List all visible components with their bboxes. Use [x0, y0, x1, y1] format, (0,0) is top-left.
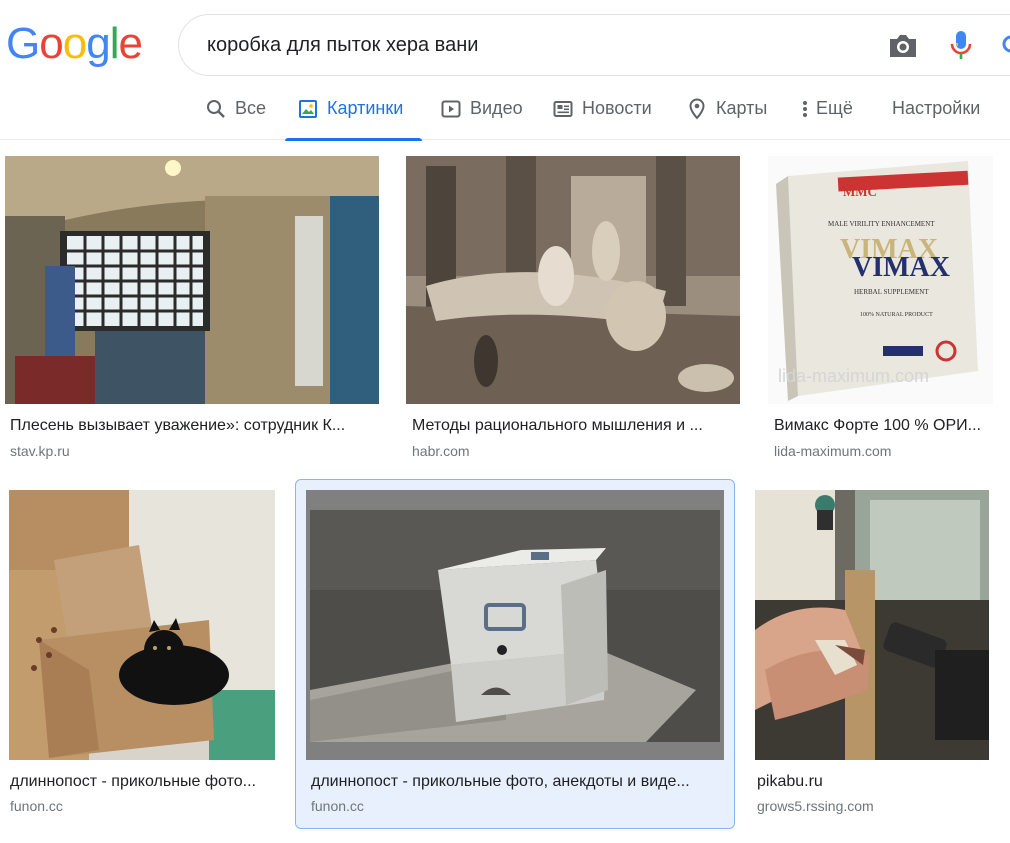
- result-card-3[interactable]: MMC MALE VIRILITY ENHANCEMENT VIMAX VIMA…: [760, 150, 1005, 470]
- result-source[interactable]: funon.cc: [311, 798, 364, 814]
- tab-settings[interactable]: Настройки: [892, 90, 980, 140]
- result-thumbnail[interactable]: [755, 490, 989, 760]
- tab-images[interactable]: Картинки: [285, 90, 422, 141]
- tab-label: Видео: [470, 98, 523, 118]
- result-caption[interactable]: Методы рационального мышления и ...: [412, 417, 732, 435]
- box-sub: HERBAL SUPPLEMENT: [854, 288, 929, 296]
- watermark: lida-maximum.com: [778, 366, 929, 386]
- result-caption[interactable]: длиннопост - прикольные фото...: [10, 773, 276, 791]
- box-tagline: MALE VIRILITY ENHANCEMENT: [828, 220, 935, 228]
- box-brand: MMC: [843, 184, 877, 199]
- tab-label: Новости: [582, 98, 652, 118]
- result-card-4[interactable]: длиннопост - прикольные фото... funon.cc: [0, 484, 285, 824]
- search-submit-icon[interactable]: [1001, 33, 1010, 59]
- tab-label: Все: [235, 98, 267, 118]
- image-icon: [297, 98, 319, 120]
- microphone-icon[interactable]: [949, 29, 973, 63]
- tab-maps[interactable]: Карты: [686, 90, 767, 140]
- more-vert-icon: [800, 98, 810, 120]
- result-caption[interactable]: Вимакс Форте 100 % ОРИ...: [774, 417, 996, 435]
- tab-all[interactable]: Все: [205, 90, 266, 140]
- tab-label: Карты: [716, 98, 768, 118]
- result-source[interactable]: lida-maximum.com: [774, 443, 891, 459]
- tab-label: Настройки: [892, 98, 981, 118]
- search-tabs: Все Картинки Видео Новости Карты Ещё Нас…: [0, 90, 1010, 141]
- result-caption[interactable]: pikabu.ru: [757, 773, 997, 791]
- map-pin-icon: [686, 98, 708, 120]
- tab-video[interactable]: Видео: [440, 90, 523, 140]
- search-box[interactable]: коробка для пыток хера вани: [178, 14, 1010, 76]
- result-thumbnail[interactable]: [5, 156, 379, 404]
- result-source[interactable]: stav.kp.ru: [10, 443, 70, 459]
- search-icon: [205, 98, 227, 120]
- result-thumbnail[interactable]: [406, 156, 740, 404]
- result-caption[interactable]: Плесень вызывает уважение»: сотрудник К.…: [10, 417, 378, 435]
- result-thumbnail[interactable]: MMC MALE VIRILITY ENHANCEMENT VIMAX VIMA…: [768, 156, 993, 404]
- tab-label: Ещё: [816, 98, 853, 118]
- camera-icon[interactable]: [887, 32, 919, 60]
- result-card-6[interactable]: pikabu.ru grows5.rssing.com: [745, 484, 1005, 824]
- result-source[interactable]: grows5.rssing.com: [757, 798, 874, 814]
- result-thumbnail[interactable]: [306, 490, 724, 760]
- google-logo[interactable]: Google: [6, 22, 143, 66]
- video-icon: [440, 98, 462, 120]
- result-thumbnail[interactable]: [9, 490, 275, 760]
- result-source[interactable]: funon.cc: [10, 798, 63, 814]
- result-source[interactable]: habr.com: [412, 443, 470, 459]
- tab-more[interactable]: Ещё: [800, 90, 853, 140]
- box-note: 100% NATURAL PRODUCT: [860, 312, 933, 318]
- news-icon: [552, 98, 574, 120]
- tab-label: Картинки: [327, 98, 404, 118]
- tab-news[interactable]: Новости: [552, 90, 652, 140]
- search-input[interactable]: коробка для пыток хера вани: [207, 34, 478, 57]
- result-card-2[interactable]: Методы рационального мышления и ... habr…: [400, 150, 750, 470]
- result-card-5-selected[interactable]: длиннопост - прикольные фото, анекдоты и…: [295, 479, 735, 829]
- box-name: VIMAX: [852, 252, 950, 283]
- result-caption[interactable]: длиннопост - прикольные фото, анекдоты и…: [311, 773, 719, 791]
- result-card-1[interactable]: Плесень вызывает уважение»: сотрудник К.…: [0, 150, 390, 470]
